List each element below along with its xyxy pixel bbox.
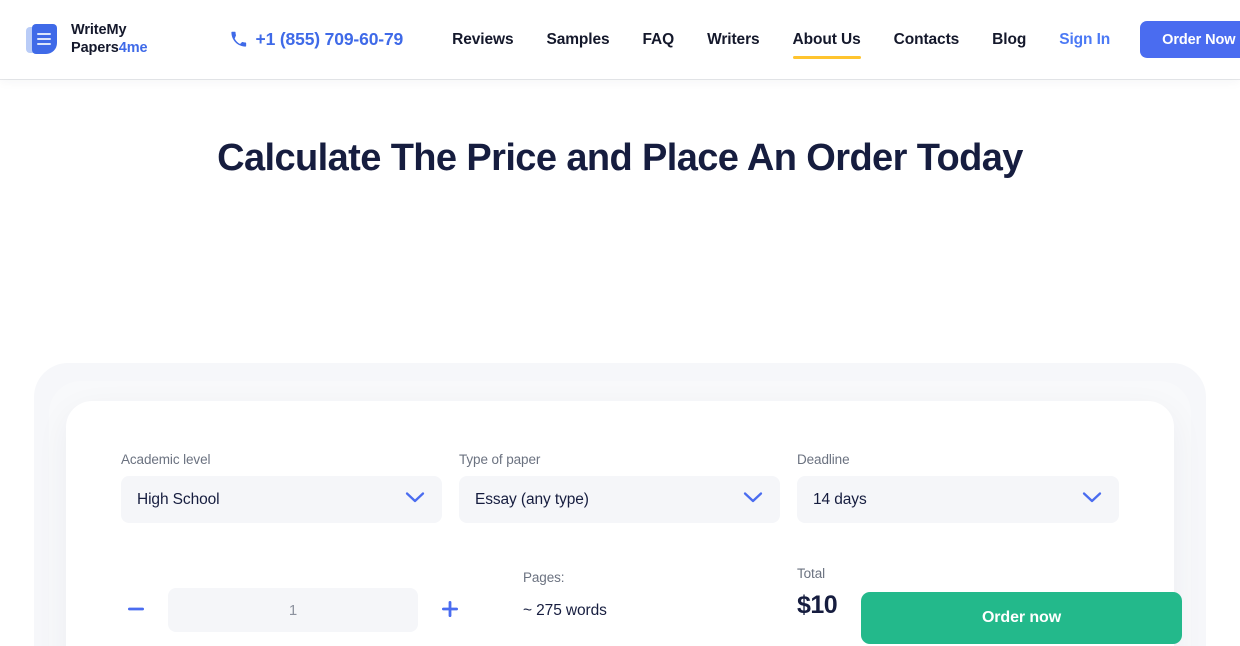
- deadline-field: Deadline 14 days: [797, 452, 1119, 523]
- deadline-label: Deadline: [797, 452, 850, 467]
- nav-item-samples[interactable]: Samples: [546, 27, 609, 53]
- total-value: $10: [797, 591, 838, 619]
- brand-line2-a: Papers: [71, 39, 119, 56]
- brand-line2-b: 4me: [118, 39, 148, 56]
- nav-item-about-us[interactable]: About Us: [792, 27, 861, 59]
- pages-word-count: ~ 275 words: [523, 602, 607, 619]
- page-title: Calculate The Price and Place An Order T…: [217, 137, 1023, 179]
- document-logo-icon: [26, 22, 60, 58]
- deadline-value: 14 days: [813, 490, 867, 508]
- academic-level-field: Academic level High School: [121, 452, 442, 523]
- brand-line1-b: My: [106, 21, 127, 38]
- academic-level-value: High School: [137, 490, 220, 508]
- plus-icon: [439, 598, 461, 623]
- total-price-block: Total $10: [797, 566, 859, 620]
- phone-link[interactable]: +1 (855) 709-60-79: [230, 29, 404, 50]
- sign-in-link[interactable]: Sign In: [1059, 27, 1110, 53]
- main-navigation: Reviews Samples FAQ Writers About Us Con…: [452, 27, 1140, 59]
- brand-name: WriteMy Papers4me: [71, 22, 148, 57]
- chevron-down-icon: [743, 491, 763, 509]
- type-of-paper-label: Type of paper: [459, 452, 541, 467]
- deadline-select[interactable]: 14 days: [797, 476, 1119, 523]
- page-body: Calculate The Price and Place An Order T…: [0, 137, 1240, 646]
- chevron-down-icon: [1082, 491, 1102, 509]
- order-now-cta-button[interactable]: Order now: [861, 592, 1182, 644]
- increment-pages-button[interactable]: [435, 595, 465, 625]
- phone-number: +1 (855) 709-60-79: [255, 29, 404, 49]
- brand-line1-a: Write: [71, 21, 107, 38]
- nav-item-writers[interactable]: Writers: [707, 27, 760, 53]
- phone-icon: [230, 31, 247, 48]
- pages-stepper: [121, 588, 465, 632]
- academic-level-label: Academic level: [121, 452, 211, 467]
- nav-item-reviews[interactable]: Reviews: [452, 27, 513, 53]
- nav-item-blog[interactable]: Blog: [992, 27, 1026, 53]
- pages-info: Pages: ~ 275 words: [523, 570, 607, 620]
- calculator-bottom-row: Pages: ~ 275 words Total $10 Order now: [121, 559, 1182, 644]
- type-of-paper-value: Essay (any type): [475, 490, 589, 508]
- order-now-button[interactable]: Order Now: [1140, 21, 1240, 58]
- type-of-paper-field: Type of paper Essay (any type): [459, 452, 780, 523]
- nav-item-faq[interactable]: FAQ: [643, 27, 675, 53]
- chevron-down-icon: [405, 491, 425, 509]
- minus-icon: [125, 598, 147, 623]
- price-calculator-card: Academic level High School Type of paper…: [66, 401, 1182, 646]
- total-caption: Total: [797, 566, 826, 581]
- decrement-pages-button[interactable]: [121, 595, 151, 625]
- brand-logo[interactable]: WriteMy Papers4me: [26, 22, 148, 58]
- academic-level-select[interactable]: High School: [121, 476, 442, 523]
- nav-item-contacts[interactable]: Contacts: [894, 27, 960, 53]
- calculator-selects-row: Academic level High School Type of paper…: [121, 452, 1119, 523]
- pages-caption: Pages:: [523, 570, 565, 585]
- site-header: WriteMy Papers4me +1 (855) 709-60-79 Rev…: [0, 0, 1240, 79]
- pages-input[interactable]: [168, 588, 418, 632]
- type-of-paper-select[interactable]: Essay (any type): [459, 476, 780, 523]
